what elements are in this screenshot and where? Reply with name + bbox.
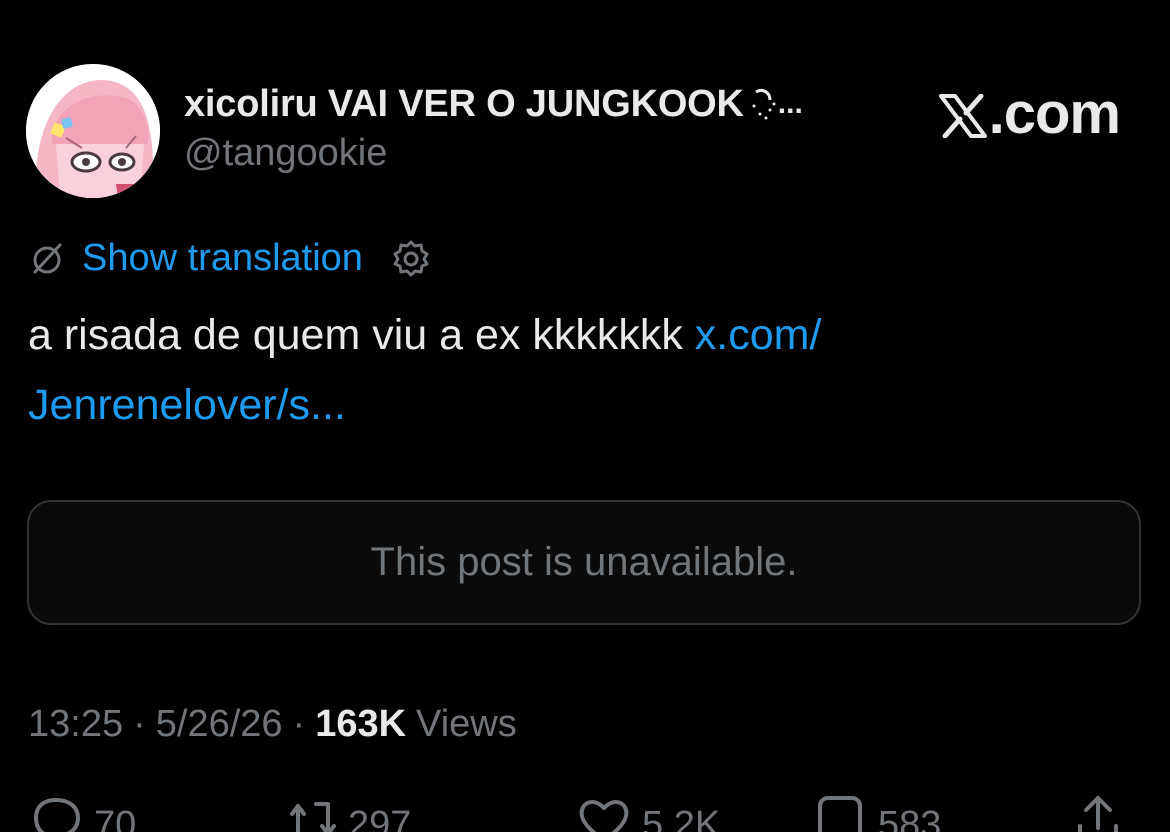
post-meta: 13:25 · 5/26/26 · 163K Views [28, 698, 517, 750]
views-count: 163K [315, 702, 407, 745]
share-button[interactable] [1070, 792, 1126, 832]
action-bar: 70 297 5.2K 583 [0, 792, 1170, 832]
reply-icon [34, 798, 80, 832]
views-label: Views [416, 702, 517, 745]
separator-dot: · [133, 702, 146, 745]
gear-icon[interactable] [391, 238, 431, 278]
like-button[interactable]: 5.2K [576, 792, 720, 832]
author-name-row[interactable]: xicoliru VAI VER O JUNGKOOK ... [184, 78, 803, 130]
brand-suffix: .com [988, 81, 1121, 146]
avatar[interactable] [26, 64, 160, 198]
repost-count: 297 [348, 804, 412, 832]
author-handle[interactable]: @tangookie [184, 132, 387, 175]
reply-button[interactable]: 70 [28, 792, 136, 832]
post-time[interactable]: 13:25 [28, 703, 123, 746]
post-unavailable-text: This post is unavailable. [370, 540, 798, 584]
bookmark-icon [818, 796, 862, 832]
author-display-name[interactable]: xicoliru VAI VER O JUNGKOOK [184, 83, 744, 126]
tweet-body: a risada de quem viu a ex kkkkkkk [28, 311, 695, 359]
separator-dot: · [292, 702, 306, 745]
x-logo-icon [938, 93, 987, 138]
translation-row: Show translation [28, 234, 431, 282]
repost-icon [290, 802, 336, 832]
x-com-brand: .com [938, 80, 1121, 147]
post-date[interactable]: 5/26/26 [156, 703, 283, 746]
like-count: 5.2K [642, 804, 721, 832]
heart-icon [579, 800, 629, 832]
anime-avatar-icon [26, 64, 160, 198]
bookmark-count: 583 [878, 804, 942, 832]
share-icon [1078, 796, 1118, 832]
reply-count: 70 [94, 804, 137, 832]
quoted-post-card[interactable]: This post is unavailable. [27, 500, 1141, 625]
translate-icon [33, 243, 62, 274]
repost-button[interactable]: 297 [282, 792, 411, 832]
bookmark-button[interactable]: 583 [812, 792, 941, 832]
tweet-text: a risada de quem viu a ex kkkkkkk x.com/… [28, 300, 1138, 440]
sparkle-emoji-icon [752, 88, 776, 120]
name-truncation: ... [777, 87, 803, 120]
show-translation-link[interactable]: Show translation [82, 237, 363, 280]
